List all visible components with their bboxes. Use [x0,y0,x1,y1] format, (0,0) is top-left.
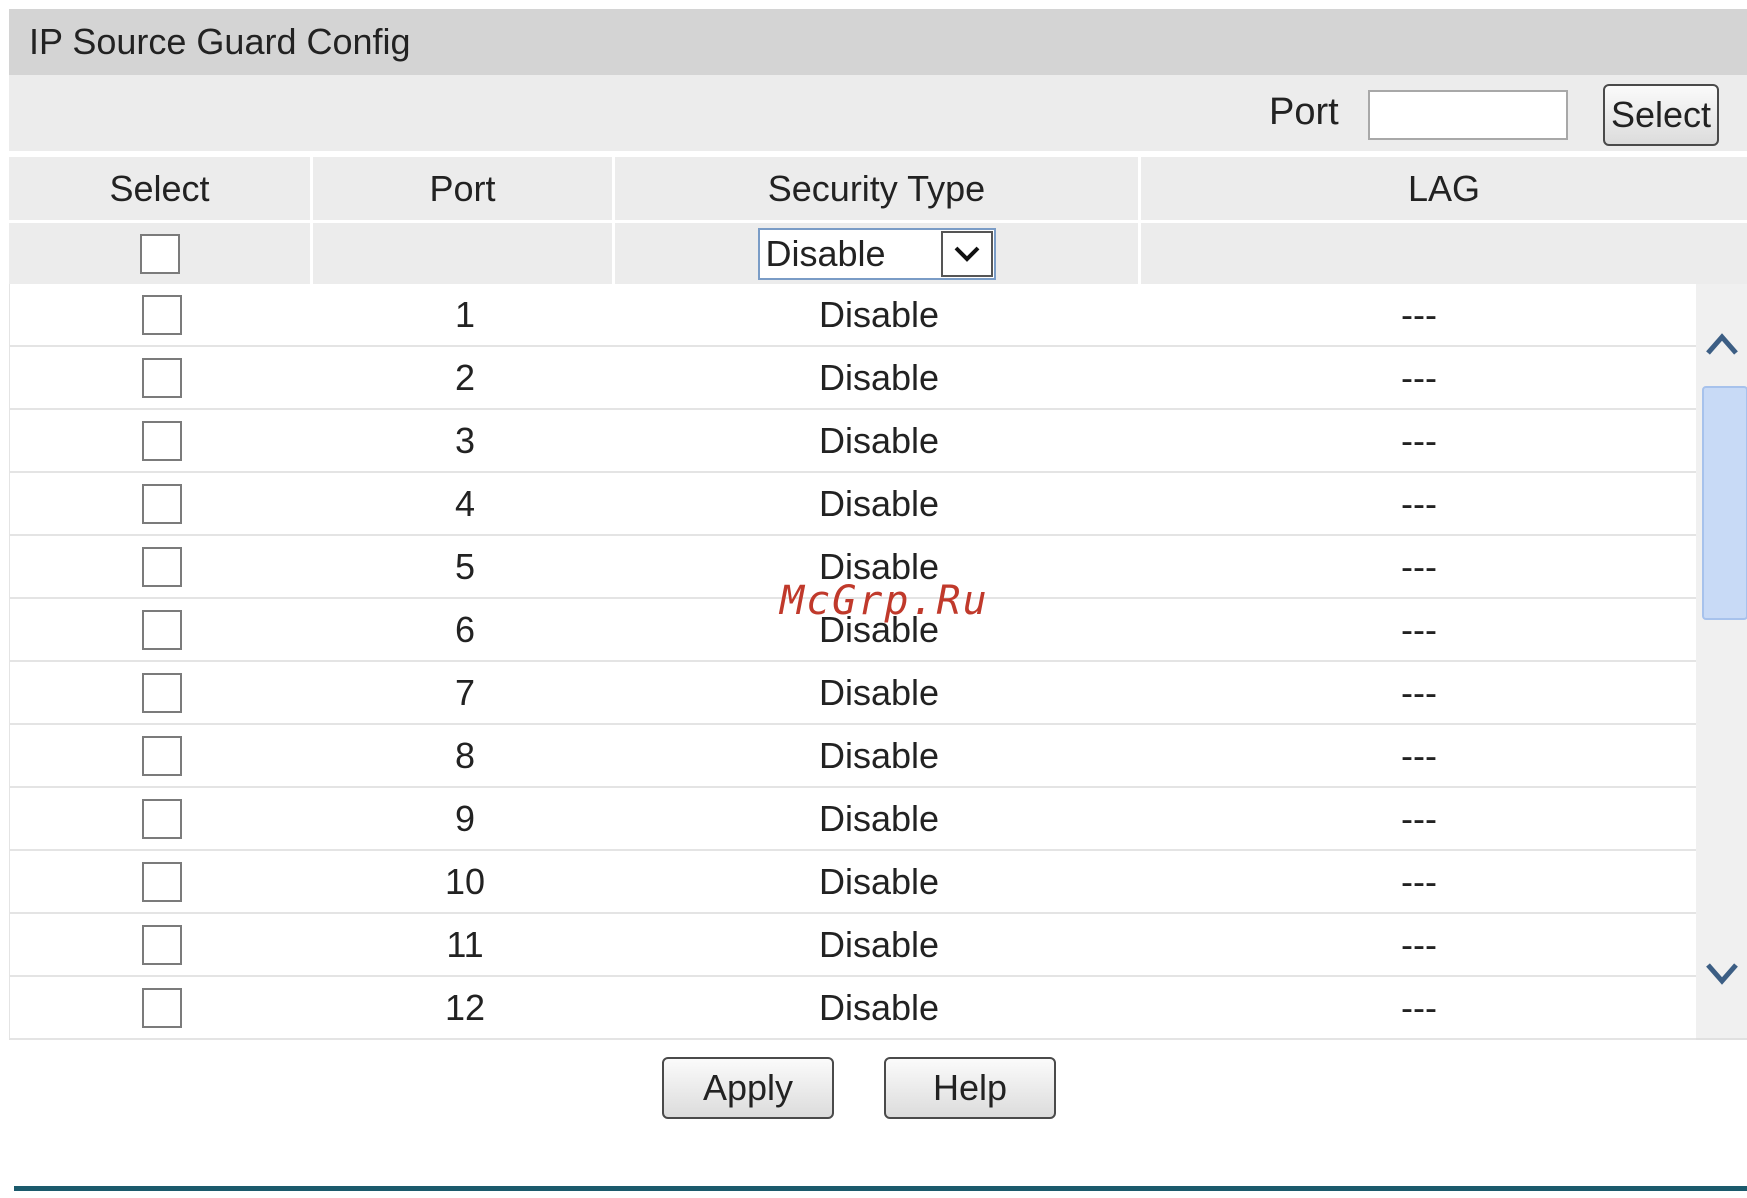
panel-title: IP Source Guard Config [9,9,1747,75]
row-lag: --- [1401,419,1437,461]
table-row: 7 Disable --- [10,662,1696,725]
port-select-button[interactable]: Select [1603,84,1719,146]
port-filter-bar: Port Select [9,75,1747,154]
row-select-cell [10,536,314,597]
ip-source-guard-panel: IP Source Guard Config Port Select Selec… [9,9,1747,1040]
table-row: 3 Disable --- [10,410,1696,473]
row-port: 2 [454,356,476,398]
row-lag: --- [1401,356,1437,398]
row-select-cell [10,284,314,345]
row-security-type: Disable [818,923,940,965]
row-security-type: Disable [818,482,940,524]
row-lag: --- [1401,293,1437,335]
row-port: 7 [454,671,476,713]
select-all-cell [9,220,313,284]
select-all-checkbox[interactable] [139,233,180,274]
security-type-select-value: Disable [765,232,886,274]
row-security-type: Disable [818,860,940,902]
table-row: 8 Disable --- [10,725,1696,788]
row-port: 5 [454,545,476,587]
table-header: Select Port Security Type LAG [9,154,1747,220]
row-checkbox[interactable] [142,861,182,902]
bulk-edit-row: Disable [9,220,1747,284]
row-lag: --- [1401,608,1437,650]
scrollbar-thumb[interactable] [1702,386,1747,620]
row-security-type: Disable [818,356,940,398]
bulk-port-cell [313,220,615,284]
row-port: 4 [454,482,476,524]
row-select-cell [10,347,314,408]
chevron-down-icon[interactable] [1696,944,1747,1004]
row-checkbox[interactable] [142,294,182,335]
row-lag: --- [1401,923,1437,965]
table-rows: 1 Disable --- 2 Disable --- 3 Disable --- 4 Disabl… [10,284,1696,1040]
row-lag: --- [1401,482,1437,524]
chevron-up-icon[interactable] [1696,314,1747,374]
row-security-type: Disable [818,671,940,713]
table-scrollbar[interactable] [1696,284,1747,1038]
row-port: 9 [454,797,476,839]
row-lag: --- [1401,860,1437,902]
row-port: 1 [454,293,476,335]
table-row: 2 Disable --- [10,347,1696,410]
table-row: 1 Disable --- [10,284,1696,347]
port-filter-input[interactable] [1368,90,1568,140]
row-security-type: Disable [818,797,940,839]
row-checkbox[interactable] [142,735,182,776]
chevron-down-icon[interactable] [940,230,993,277]
help-button[interactable]: Help [884,1057,1056,1119]
row-select-cell [10,410,314,471]
table-row: 11 Disable --- [10,914,1696,977]
row-checkbox[interactable] [142,483,182,524]
row-security-type: Disable [818,293,940,335]
row-security-type: Disable [818,734,940,776]
row-lag: --- [1401,986,1437,1028]
row-checkbox[interactable] [142,798,182,839]
column-header-security-type: Security Type [615,154,1141,220]
row-lag: --- [1401,671,1437,713]
row-select-cell [10,851,314,912]
row-select-cell [10,599,314,660]
column-header-port: Port [313,154,615,220]
row-port: 3 [454,419,476,461]
row-port: 11 [446,923,484,965]
table-row: 12 Disable --- [10,977,1696,1040]
row-select-cell [10,977,314,1038]
row-checkbox[interactable] [142,987,182,1028]
table-row: 9 Disable --- [10,788,1696,851]
column-header-select: Select [9,154,313,220]
row-checkbox[interactable] [142,609,182,650]
bottom-divider [14,1186,1747,1191]
bulk-security-type-cell: Disable [615,220,1141,284]
action-bar: Apply Help [0,1057,1747,1121]
port-filter-label: Port [1269,91,1339,133]
row-security-type: Disable [818,419,940,461]
row-lag: --- [1401,545,1437,587]
row-select-cell [10,725,314,786]
table-body: 1 Disable --- 2 Disable --- 3 Disable --- 4 Disabl… [9,284,1747,1040]
column-header-lag: LAG [1141,154,1747,220]
row-checkbox[interactable] [142,546,182,587]
row-checkbox[interactable] [142,420,182,461]
bulk-lag-cell [1141,220,1747,284]
row-select-cell [10,662,314,723]
watermark-text: McGrp.Ru [780,578,989,624]
table-row: 4 Disable --- [10,473,1696,536]
row-port: 12 [444,986,486,1028]
row-lag: --- [1401,734,1437,776]
row-lag: --- [1401,797,1437,839]
apply-button[interactable]: Apply [662,1057,834,1119]
table-row: 10 Disable --- [10,851,1696,914]
row-select-cell [10,473,314,534]
row-port: 6 [454,608,476,650]
row-checkbox[interactable] [142,924,182,965]
security-type-select[interactable]: Disable [757,227,996,280]
row-select-cell [10,914,314,975]
row-port: 8 [454,734,476,776]
row-port: 10 [444,860,486,902]
row-select-cell [10,788,314,849]
row-checkbox[interactable] [142,357,182,398]
row-security-type: Disable [818,986,940,1028]
row-checkbox[interactable] [142,672,182,713]
